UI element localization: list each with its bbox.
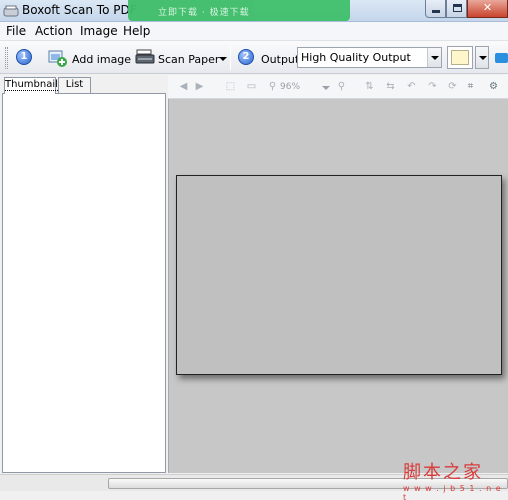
settings-icon[interactable]: ⚙ <box>488 81 499 92</box>
page-preview[interactable] <box>176 175 502 375</box>
refresh-icon[interactable]: ⟳ <box>447 81 458 92</box>
thumbnail-list[interactable] <box>2 93 166 473</box>
background-color-button[interactable] <box>447 46 473 69</box>
flip-horizontal-icon[interactable]: ⇆ <box>385 81 396 92</box>
menu-image[interactable]: Image <box>80 24 118 38</box>
add-image-label: Add image <box>72 53 132 66</box>
zoom-in-icon[interactable]: ⚲ <box>336 81 347 92</box>
app-icon <box>3 5 19 17</box>
tab-thumbnail-label: Thumbnail <box>5 79 58 91</box>
left-panel: Thumbnail List <box>2 75 166 473</box>
color-swatch <box>451 50 469 65</box>
next-page-icon[interactable]: ▶ <box>194 81 205 92</box>
page-viewer[interactable] <box>168 99 508 473</box>
chevron-down-icon <box>479 56 487 60</box>
tab-list[interactable]: List <box>58 77 91 93</box>
toolbar-grip[interactable] <box>5 47 8 69</box>
rotate-right-icon[interactable]: ↷ <box>427 81 438 92</box>
scan-paper-dropdown-arrow-icon[interactable] <box>219 57 227 61</box>
zoom-level[interactable]: 96% <box>280 82 300 92</box>
tab-list-label: List <box>65 79 84 90</box>
chevron-down-icon <box>431 56 439 60</box>
watermark-text: 脚本之家 <box>403 462 483 483</box>
window-title: Boxoft Scan To PDF <box>22 3 137 17</box>
main-toolbar: 1 Add image Scan Paper 2 Output: High Qu… <box>0 40 508 74</box>
scanner-icon <box>135 49 155 64</box>
flip-vertical-icon[interactable]: ⇅ <box>364 81 375 92</box>
close-button[interactable]: ✕ <box>467 0 508 18</box>
watermark-url: w w w . j b 5 1 . n e t <box>403 484 502 500</box>
scan-paper-label: Scan Paper <box>158 53 220 66</box>
maximize-icon <box>453 4 462 12</box>
output-select-arrow[interactable] <box>427 48 441 67</box>
ad-banner-text: 立即下载 · 极速下载 <box>158 8 250 18</box>
rotate-left-icon[interactable]: ↶ <box>406 81 417 92</box>
menu-action[interactable]: Action <box>35 24 73 38</box>
actual-size-icon[interactable]: ▭ <box>246 81 257 92</box>
title-bar: Boxoft Scan To PDF 立即下载 · 极速下载 ✕ <box>0 0 508 22</box>
crop-icon[interactable]: ⌗ <box>465 81 476 92</box>
toolbar-separator <box>230 46 231 70</box>
close-icon: ✕ <box>482 1 493 14</box>
zoom-out-icon[interactable]: ⚲ <box>267 81 278 92</box>
previous-page-icon[interactable]: ◀ <box>178 81 189 92</box>
add-image-button[interactable]: Add image <box>46 45 131 71</box>
tab-thumbnail[interactable]: Thumbnail <box>4 77 58 94</box>
fit-page-icon[interactable]: ⬚ <box>225 81 236 92</box>
menu-bar: File Action Image Help <box>0 22 508 40</box>
step-1-badge: 1 <box>16 49 32 65</box>
color-dropdown-button[interactable] <box>475 46 489 69</box>
output-select-value: High Quality Output <box>301 51 411 64</box>
menu-file[interactable]: File <box>6 24 26 38</box>
scan-paper-button[interactable]: Scan Paper <box>134 45 230 71</box>
zoom-dropdown-icon[interactable] <box>322 86 330 90</box>
viewer-toolbar: ◀ ▶ ⬚ ▭ ⚲ 96% ⚲ ⇅ ⇆ ↶ ↷ ⟳ ⌗ ⚙ <box>168 75 508 99</box>
step-2-badge: 2 <box>238 49 254 65</box>
maximize-button[interactable] <box>446 0 467 18</box>
add-image-icon <box>48 50 67 67</box>
output-select[interactable]: High Quality Output <box>297 47 442 68</box>
minimize-icon <box>432 10 440 13</box>
convert-icon[interactable] <box>495 53 508 63</box>
menu-help[interactable]: Help <box>123 24 150 38</box>
ad-banner[interactable]: 立即下载 · 极速下载 <box>128 0 350 21</box>
minimize-button[interactable] <box>425 0 446 18</box>
